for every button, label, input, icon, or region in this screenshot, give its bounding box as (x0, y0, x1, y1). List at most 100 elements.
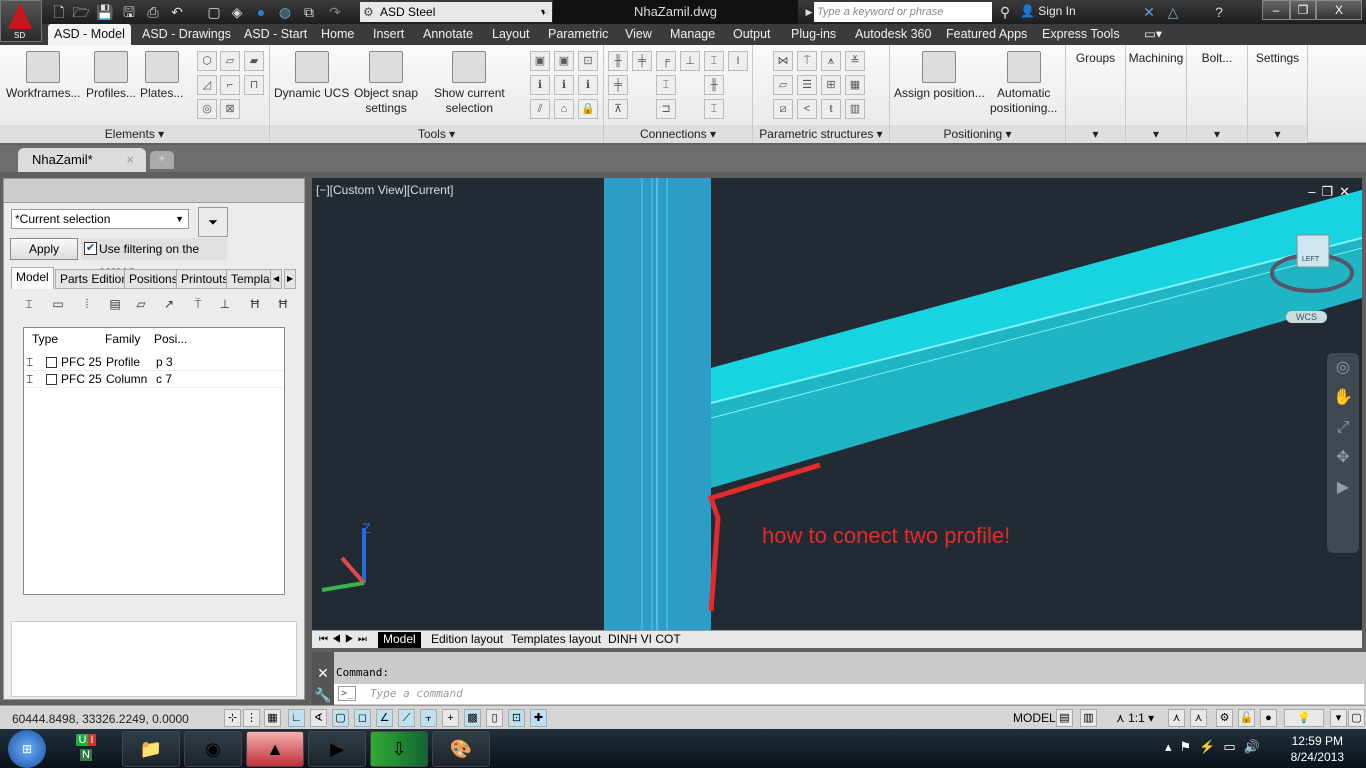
box-icon[interactable]: ▢ (205, 3, 223, 21)
minimize-button[interactable]: – (1262, 0, 1290, 20)
tab-manage[interactable]: Manage (664, 24, 721, 45)
use-filtering-checkbox[interactable]: ✔Use filtering on the screen (81, 238, 227, 278)
panel-groups[interactable]: Groups ▾ (1066, 45, 1126, 143)
workframes-button[interactable]: Workframes... (6, 51, 80, 101)
status-menu-icon[interactable]: ▾ (1330, 709, 1347, 727)
tool-icon[interactable]: ⊡ (578, 51, 598, 71)
unikey-icon[interactable]: UIN (74, 733, 98, 763)
auto-scale-icon[interactable]: ⋏ (1190, 709, 1207, 727)
column-filter-icon[interactable]: ⊥ (214, 294, 236, 314)
structure-icon[interactable]: < (797, 99, 817, 119)
media-player-icon[interactable]: ▶ (308, 731, 366, 767)
element-tool-icon[interactable]: ◿ (197, 75, 217, 95)
osnap-icon[interactable]: ▢ (332, 709, 349, 727)
wrench-icon[interactable]: 🔧 (312, 684, 334, 706)
element-tool-icon[interactable]: ⊠ (220, 99, 240, 119)
otrack-icon[interactable]: ∠ (376, 709, 393, 727)
profiles-button[interactable]: Profiles... (86, 51, 136, 101)
chevron-down-icon[interactable]: ▾ (1248, 125, 1307, 143)
connection-icon[interactable]: ╫ (704, 75, 724, 95)
layout-tab-edition-layout[interactable]: Edition layout (426, 632, 508, 648)
save-icon[interactable]: 💾 (96, 3, 114, 21)
automatic-positioning-button[interactable]: Automatic positioning... (990, 51, 1057, 116)
ortho-icon[interactable]: ∟ (288, 709, 305, 727)
search-input[interactable]: Type a keyword or phrase (814, 2, 992, 22)
selection-cycling-icon[interactable]: ⊡ (508, 709, 525, 727)
element-tool-icon[interactable]: ⊓ (244, 75, 264, 95)
element-tool-icon[interactable]: ⌐ (220, 75, 240, 95)
quick-view-drawings-icon[interactable]: ▥ (1080, 709, 1097, 727)
structure-icon[interactable]: ▱ (773, 75, 793, 95)
palette-tab-parts-edition[interactable]: Parts Edition (55, 269, 134, 289)
weld-filter-icon[interactable]: ▱ (130, 294, 152, 314)
system-tray-icons[interactable]: ▴⚑⚡▭🔊 (1165, 739, 1268, 755)
explorer-icon[interactable]: 📁 (122, 731, 180, 767)
frame-filter-icon[interactable]: Ħ (272, 294, 294, 314)
column-header-position[interactable]: Posi... (154, 332, 187, 346)
chrome-icon[interactable]: ◉ (184, 731, 242, 767)
open-icon[interactable]: 🗁 (72, 3, 90, 21)
zoom-extents-icon[interactable]: ⤢ (1327, 413, 1359, 443)
tool-icon[interactable]: ⌂ (554, 99, 574, 119)
exchange-icon[interactable]: ✕ (1140, 3, 1158, 21)
tab-express-tools[interactable]: Express Tools (1036, 24, 1126, 45)
showmotion-icon[interactable]: ▶ (1327, 473, 1359, 503)
coordinates-readout[interactable]: 60444.8498, 33326.2249, 0.0000 (12, 712, 189, 726)
checkbox[interactable] (46, 357, 57, 368)
layout-tab-model[interactable]: Model (378, 632, 421, 648)
globe-icon[interactable]: ◍ (276, 3, 294, 21)
start-button[interactable]: ⊞ (8, 730, 46, 768)
selection-dropdown[interactable]: *Current selection ▼ (11, 209, 189, 229)
checkbox[interactable] (46, 374, 57, 385)
hardware-acceleration-icon[interactable]: ● (1260, 709, 1277, 727)
structure-icon[interactable]: ⊞ (821, 75, 841, 95)
clean-screen-icon[interactable]: ▢ (1348, 709, 1365, 727)
binoculars-icon[interactable]: ⚲ (996, 3, 1014, 21)
tab-home[interactable]: Home (315, 24, 360, 45)
palette-tab-templates[interactable]: Templa (226, 269, 275, 289)
connection-icon[interactable]: I (728, 51, 748, 71)
viewport-window-controls[interactable]: –❐✕ (1308, 184, 1356, 200)
tab-featured-apps[interactable]: Featured Apps (940, 24, 1033, 45)
chevron-down-icon[interactable]: ▾ (1066, 125, 1125, 143)
panel-machining[interactable]: Machining ▾ (1126, 45, 1187, 143)
ribbon-minimize-icon[interactable]: ▭▾ (1138, 24, 1168, 45)
command-input[interactable]: >_ Type a command (334, 684, 1364, 704)
connection-icon[interactable]: ⌶ (656, 75, 676, 95)
transparency-icon[interactable]: ▩ (464, 709, 481, 727)
tab-autodesk-360[interactable]: Autodesk 360 (849, 24, 937, 45)
grid-icon[interactable]: ▦ (264, 709, 281, 727)
tab-layout[interactable]: Layout (486, 24, 536, 45)
info-icon[interactable]: ℹ (530, 75, 550, 95)
palette-grip[interactable] (4, 179, 304, 203)
object-snap-button[interactable]: Object snap settings (354, 51, 418, 116)
annotation-monitor-icon[interactable]: ✚ (530, 709, 547, 727)
close-tab-icon[interactable]: × (126, 148, 134, 172)
isolate-objects-icon[interactable]: 💡 (1284, 709, 1324, 727)
feature-filter-icon[interactable]: ⦙ (76, 294, 98, 314)
command-prompt-icon[interactable]: >_ (338, 686, 357, 701)
tab-asd-start[interactable]: ASD - Start (238, 24, 313, 45)
table-row[interactable]: ⌶ PFC 25 Column c 7 (24, 371, 284, 388)
new-icon[interactable]: 🗋 (50, 3, 68, 21)
apply-button[interactable]: Apply (10, 238, 78, 260)
tool-icon[interactable]: ⫽ (530, 99, 550, 119)
element-tool-icon[interactable]: ◎ (197, 99, 217, 119)
tab-view[interactable]: View (619, 24, 658, 45)
info-icon[interactable]: ℹ (578, 75, 598, 95)
3d-osnap-icon[interactable]: ◻ (354, 709, 371, 727)
cut-filter-icon[interactable]: ↗ (158, 294, 180, 314)
model-space-toggle[interactable]: MODEL (1013, 711, 1056, 725)
structure-icon[interactable]: ▥ (845, 99, 865, 119)
palette-tab-printouts[interactable]: Printouts (176, 269, 234, 289)
viewcube-face-label[interactable]: LEFT (1302, 256, 1319, 263)
layout-tab-templates-layout[interactable]: Templates layout (506, 632, 606, 648)
ladder-icon[interactable]: ☰ (797, 75, 817, 95)
tab-parametric[interactable]: Parametric (542, 24, 614, 45)
lock-icon[interactable]: 🔒 (578, 99, 598, 119)
palette-tab-positions[interactable]: Positions (124, 269, 183, 289)
sign-in-button[interactable]: 👤 Sign In (1020, 4, 1076, 18)
element-tool-icon[interactable]: ▰ (244, 51, 264, 71)
element-tool-icon[interactable]: ▱ (220, 51, 240, 71)
stair-icon[interactable]: ⧄ (773, 99, 793, 119)
